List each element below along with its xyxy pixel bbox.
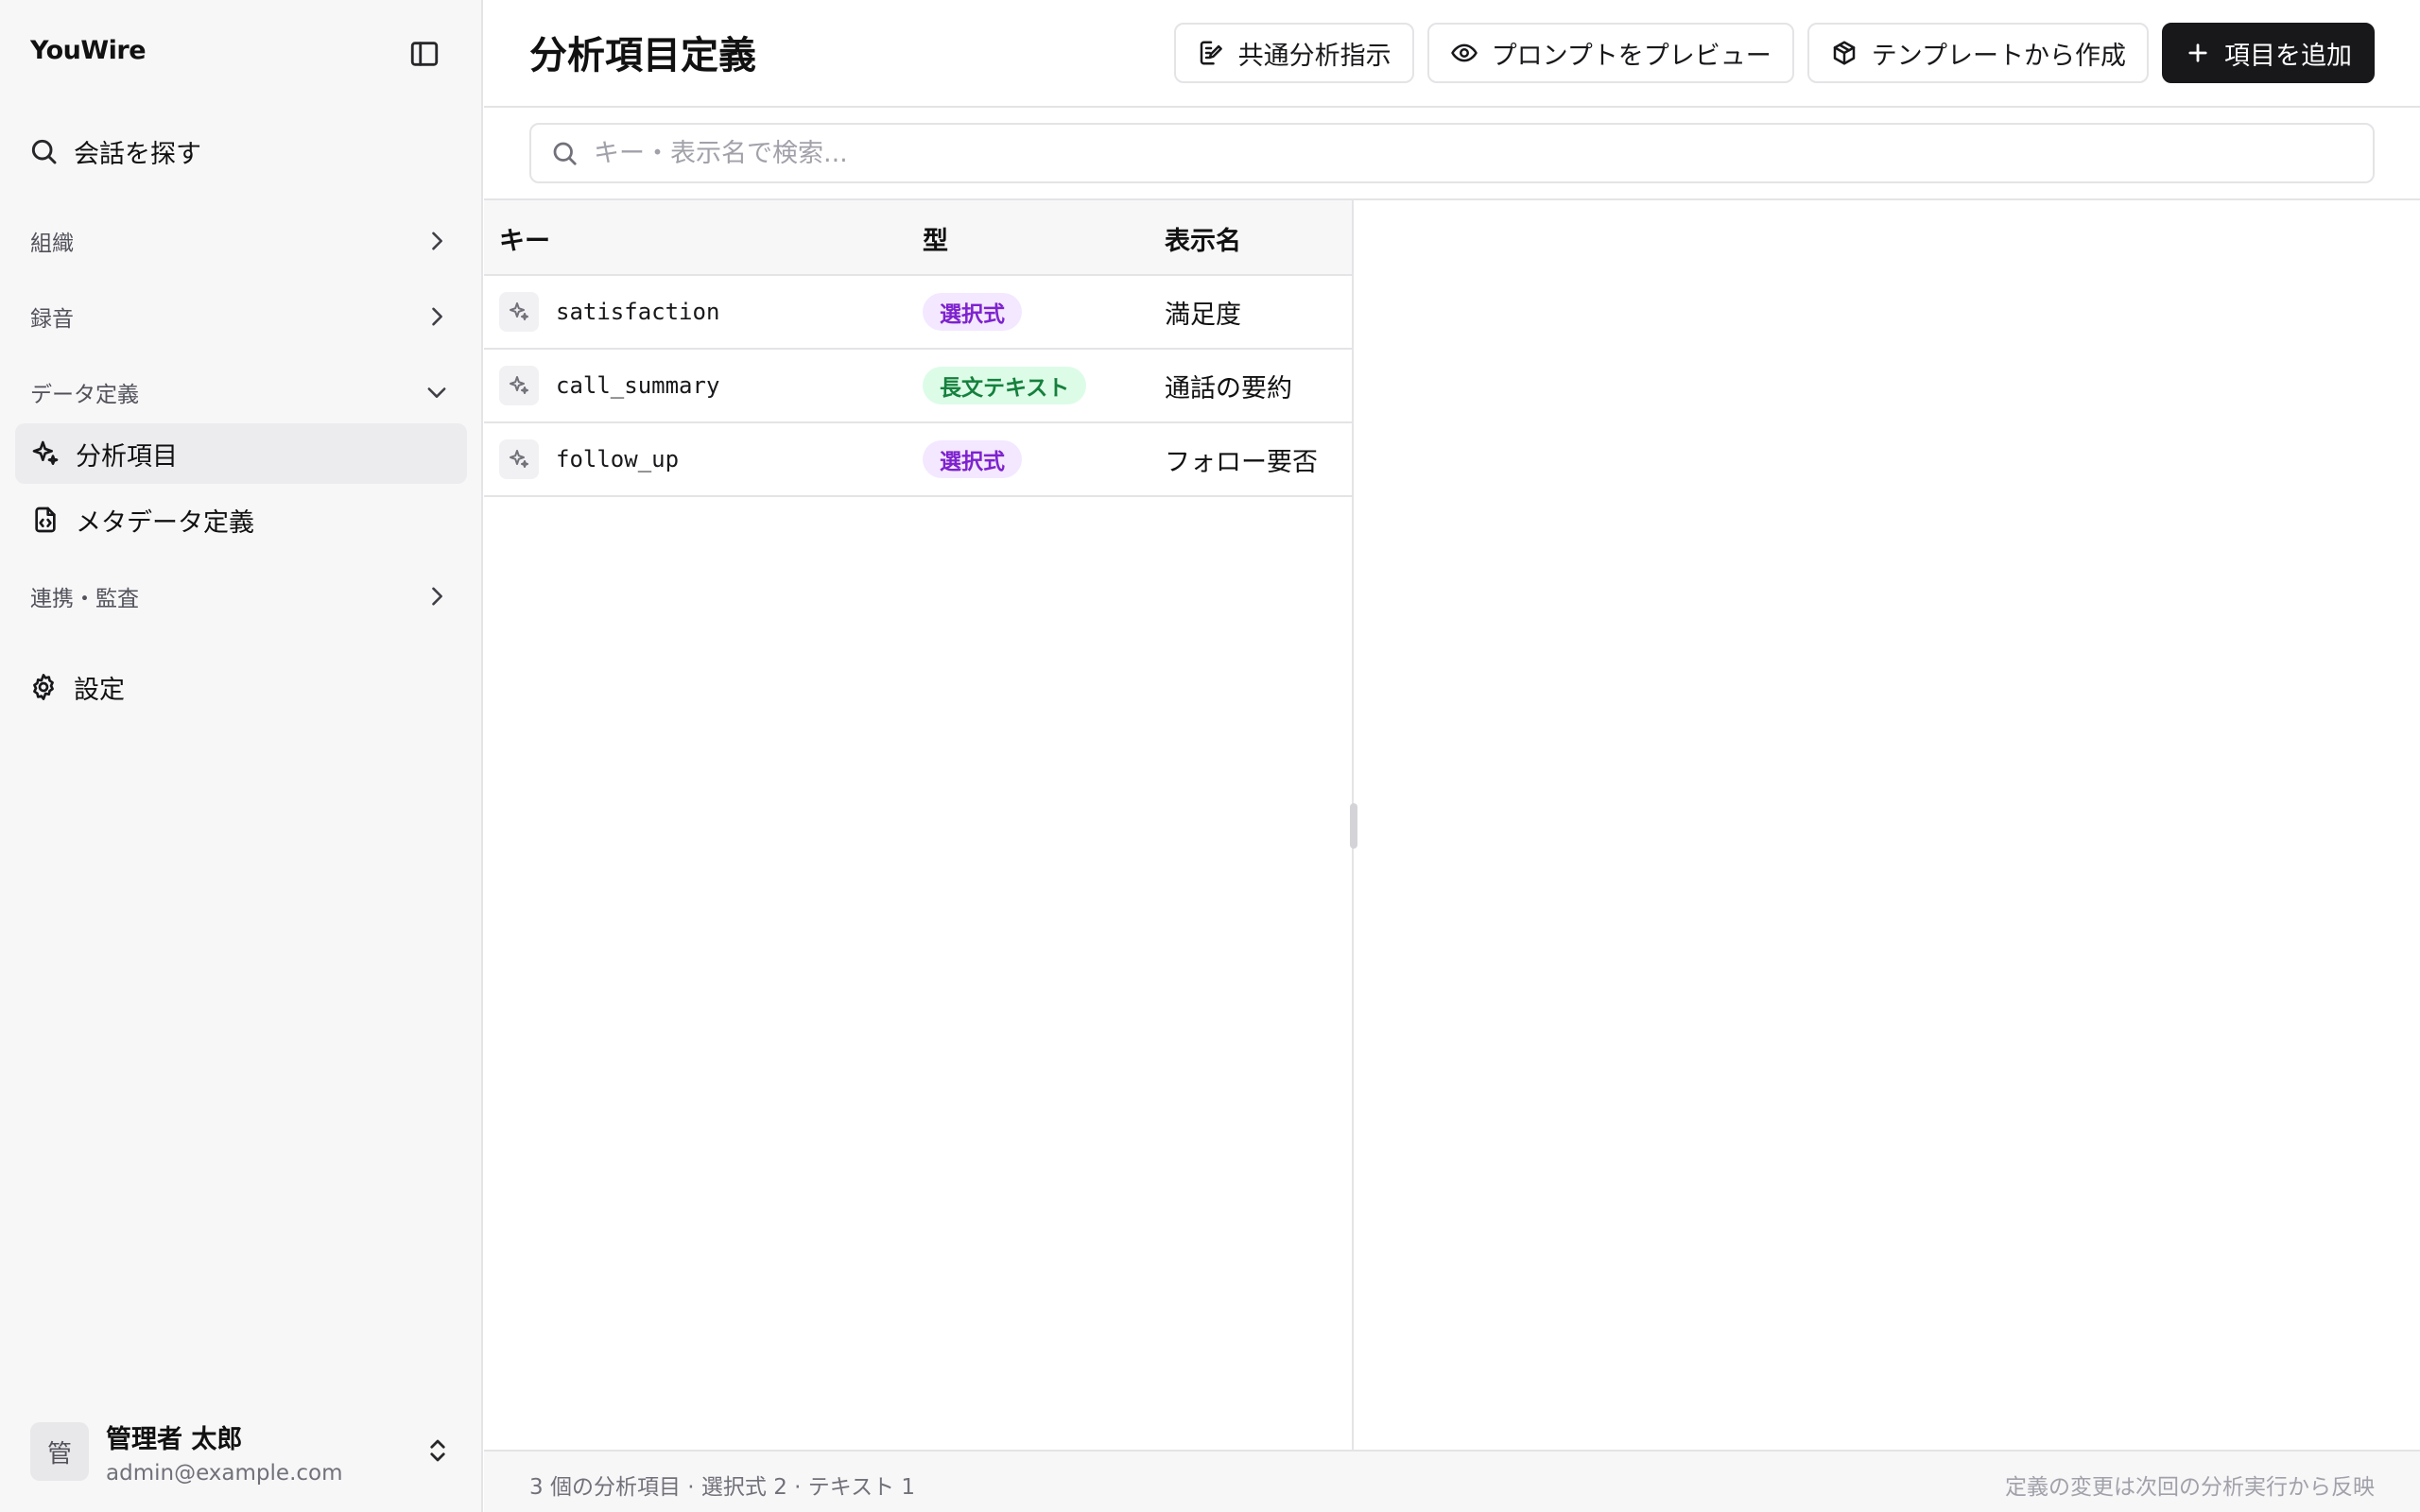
section-recording[interactable]: 録音 bbox=[30, 296, 450, 337]
brand-logo: YouWire bbox=[30, 36, 147, 65]
package-icon bbox=[1830, 39, 1858, 67]
section-integration-audit-label: 連携・監査 bbox=[30, 587, 139, 611]
row-display-name: フォロー要否 bbox=[1165, 447, 1318, 477]
sidebar-item-settings-label: 設定 bbox=[74, 675, 125, 705]
preview-prompt-button[interactable]: プロンプトをプレビュー bbox=[1426, 23, 1794, 83]
row-key: satisfaction bbox=[556, 299, 720, 325]
chevrons-up-down-icon[interactable] bbox=[422, 1435, 454, 1467]
sidebar-item-analysis[interactable]: 分析項目 bbox=[15, 423, 467, 484]
sidebar: YouWire 会話を探す 組織 録音 データ定義 分析項目 メタデータ定義 連… bbox=[0, 0, 483, 1512]
sparkles-icon bbox=[30, 438, 60, 469]
row-display-name: 満足度 bbox=[1165, 300, 1241, 330]
row-key: follow_up bbox=[556, 446, 680, 472]
search-input[interactable] bbox=[594, 138, 2373, 168]
user-email: admin@example.com bbox=[106, 1460, 343, 1486]
common-instructions-button[interactable]: 共通分析指示 bbox=[1173, 23, 1414, 83]
nav-search-label: 会話を探す bbox=[74, 139, 201, 169]
preview-prompt-label: プロンプトをプレビュー bbox=[1491, 41, 1772, 71]
nav-search-conversations[interactable]: 会話を探す bbox=[28, 132, 201, 170]
search-icon bbox=[28, 136, 59, 166]
avatar: 管 bbox=[30, 1422, 89, 1481]
sidebar-item-settings[interactable]: 設定 bbox=[28, 667, 125, 707]
common-instructions-label: 共通分析指示 bbox=[1237, 41, 1392, 71]
sidebar-item-metadata-label: メタデータ定義 bbox=[76, 507, 254, 538]
type-badge: 選択式 bbox=[923, 440, 1022, 478]
page-title: 分析項目定義 bbox=[529, 34, 756, 77]
chevron-right-icon bbox=[424, 228, 450, 254]
search-field[interactable] bbox=[529, 123, 2375, 183]
column-header-key[interactable]: キー bbox=[499, 200, 550, 276]
section-data-definition[interactable]: データ定義 bbox=[30, 371, 450, 413]
type-badge: 長文テキスト bbox=[923, 367, 1087, 404]
section-data-definition-label: データ定義 bbox=[30, 383, 139, 407]
column-header-display-name[interactable]: 表示名 bbox=[1165, 200, 1241, 276]
search-icon bbox=[550, 139, 579, 167]
add-item-button[interactable]: 項目を追加 bbox=[2162, 23, 2375, 83]
user-name: 管理者 太郎 bbox=[106, 1424, 243, 1454]
file-code-icon bbox=[30, 505, 60, 535]
create-from-template-button[interactable]: テンプレートから作成 bbox=[1806, 23, 2149, 83]
section-recording-label: 録音 bbox=[30, 307, 74, 332]
detail-pane bbox=[1356, 200, 2420, 1450]
sparkles-icon bbox=[499, 292, 539, 332]
chevron-right-icon bbox=[424, 583, 450, 610]
column-header-type[interactable]: 型 bbox=[923, 200, 948, 276]
row-display-name: 通話の要約 bbox=[1165, 373, 1292, 404]
sidebar-toggle-icon[interactable] bbox=[408, 38, 441, 70]
gear-icon bbox=[28, 672, 59, 702]
add-item-label: 項目を追加 bbox=[2224, 41, 2352, 71]
sparkles-icon bbox=[499, 366, 539, 405]
section-org[interactable]: 組織 bbox=[30, 220, 450, 262]
table-row[interactable]: satisfaction 選択式 満足度 bbox=[484, 276, 1352, 350]
row-key: call_summary bbox=[556, 372, 720, 399]
pencil-note-icon bbox=[1197, 39, 1225, 67]
type-badge: 選択式 bbox=[923, 293, 1022, 331]
change-note: 定義の変更は次回の分析実行から反映 bbox=[2005, 1475, 2375, 1500]
items-summary: 3 個の分析項目 · 選択式 2 · テキスト 1 bbox=[529, 1475, 916, 1500]
chevron-down-icon bbox=[424, 379, 450, 405]
analysis-items-table: キー 型 表示名 satisfaction 選択式 満足度 call_summa… bbox=[484, 200, 1357, 1450]
header-divider bbox=[484, 106, 2420, 108]
plus-icon bbox=[2185, 40, 2211, 66]
toolbar: 共通分析指示 プロンプトをプレビュー テンプレートから作成 項目を追加 bbox=[1173, 23, 2375, 83]
table-row[interactable]: call_summary 長文テキスト 通話の要約 bbox=[484, 350, 1352, 423]
main-content: 分析項目定義 共通分析指示 プロンプトをプレビュー テンプレートから作成 項目を… bbox=[484, 0, 2420, 1512]
status-footer: 3 個の分析項目 · 選択式 2 · テキスト 1 定義の変更は次回の分析実行か… bbox=[484, 1450, 2420, 1512]
sidebar-item-analysis-label: 分析項目 bbox=[76, 441, 178, 472]
user-menu[interactable]: 管 管理者 太郎 admin@example.com bbox=[30, 1418, 454, 1486]
sidebar-item-metadata[interactable]: メタデータ定義 bbox=[15, 490, 467, 550]
chevron-right-icon bbox=[424, 303, 450, 330]
create-from-template-label: テンプレートから作成 bbox=[1871, 41, 2126, 71]
sparkles-icon bbox=[499, 439, 539, 479]
section-integration-audit[interactable]: 連携・監査 bbox=[30, 576, 450, 617]
table-row[interactable]: follow_up 選択式 フォロー要否 bbox=[484, 423, 1352, 497]
table-header: キー 型 表示名 bbox=[484, 200, 1352, 276]
section-org-label: 組織 bbox=[30, 232, 74, 256]
eye-icon bbox=[1450, 39, 1478, 67]
